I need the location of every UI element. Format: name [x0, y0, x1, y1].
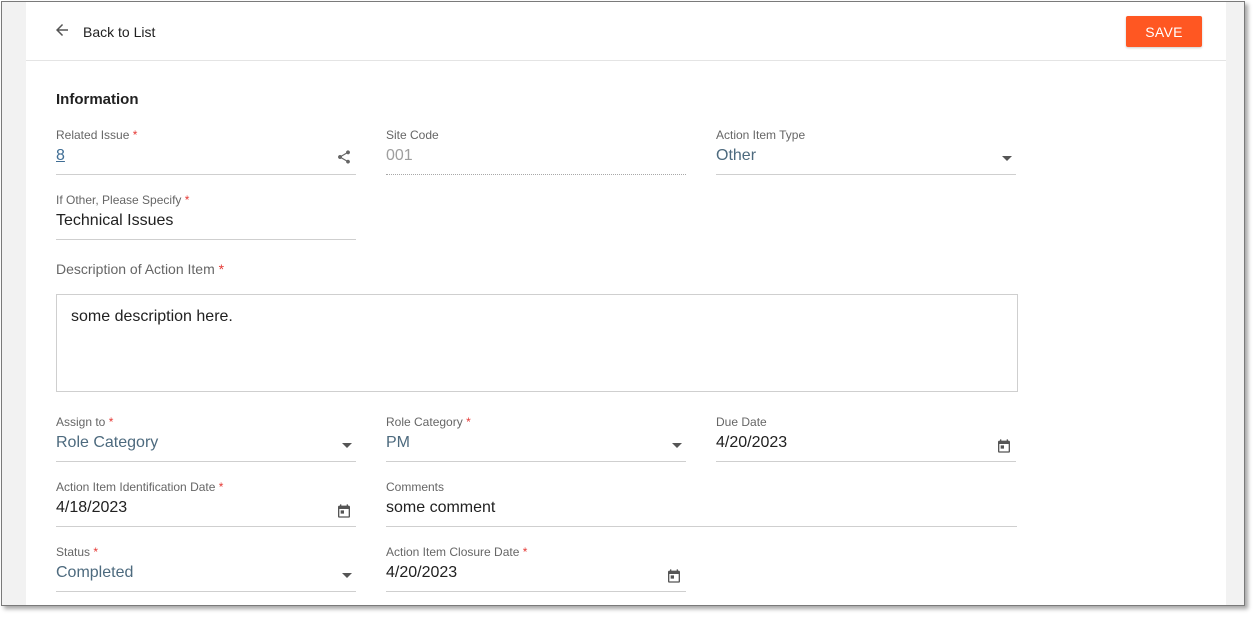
related-issue-label: Related Issue * [56, 128, 138, 142]
chevron-down-icon[interactable] [1002, 156, 1012, 161]
assign-to-underline [56, 461, 356, 462]
status-select[interactable]: Status * Completed [56, 545, 356, 593]
if-other-input[interactable]: Technical Issues [56, 212, 173, 230]
site-code-field: Site Code 001 [386, 128, 686, 176]
identification-date-underline [56, 526, 356, 527]
form-header: Back to List SAVE [26, 2, 1226, 61]
action-item-type-label: Action Item Type [716, 128, 806, 142]
action-item-type-underline [716, 174, 1016, 175]
chevron-down-icon[interactable] [342, 443, 352, 448]
status-value: Completed [56, 564, 134, 581]
closure-date-underline [386, 591, 686, 592]
calendar-icon[interactable] [665, 567, 683, 585]
related-issue-field: Related Issue * 8 [56, 128, 356, 176]
role-category-value: PM [386, 434, 410, 451]
comments-underline [386, 526, 1017, 527]
role-category-select[interactable]: Role Category * PM [386, 415, 686, 463]
chevron-down-icon[interactable] [342, 573, 352, 578]
if-other-field[interactable]: If Other, Please Specify * Technical Iss… [56, 193, 356, 241]
due-date-underline [716, 461, 1016, 462]
calendar-icon[interactable] [335, 502, 353, 520]
comments-label: Comments [386, 480, 445, 494]
due-date-input[interactable]: 4/20/2023 [716, 434, 787, 452]
identification-date-input[interactable]: 4/18/2023 [56, 499, 127, 517]
section-title: Information [56, 91, 139, 108]
chevron-down-icon[interactable] [672, 443, 682, 448]
site-code-value: 001 [386, 147, 413, 164]
comments-input[interactable]: some comment [386, 499, 495, 517]
back-to-list-link[interactable]: Back to List [53, 22, 155, 42]
action-item-type-select[interactable]: Action Item Type Other [716, 128, 1016, 176]
identification-date-label: Action Item Identification Date * [56, 480, 224, 494]
description-textarea[interactable]: some description here. [56, 294, 1018, 392]
save-button[interactable]: SAVE [1126, 16, 1202, 47]
status-underline [56, 591, 356, 592]
site-code-underline [386, 174, 686, 175]
role-category-underline [386, 461, 686, 462]
related-issue-link[interactable]: 8 [56, 147, 65, 165]
closure-date-field[interactable]: Action Item Closure Date * 4/20/2023 [386, 545, 686, 593]
due-date-field[interactable]: Due Date 4/20/2023 [716, 415, 1016, 463]
site-code-label: Site Code [386, 128, 439, 142]
identification-date-field[interactable]: Action Item Identification Date * 4/18/2… [56, 480, 356, 528]
assign-to-label: Assign to * [56, 415, 114, 429]
comments-field[interactable]: Comments some comment [386, 480, 1017, 528]
assign-to-value: Role Category [56, 434, 159, 451]
back-to-list-label: Back to List [83, 24, 156, 40]
assign-to-select[interactable]: Assign to * Role Category [56, 415, 356, 463]
action-item-type-value: Other [716, 147, 757, 164]
description-label: Description of Action Item * [56, 261, 225, 277]
closure-date-label: Action Item Closure Date * [386, 545, 528, 559]
due-date-label: Due Date [716, 415, 767, 429]
share-icon[interactable] [335, 148, 353, 166]
app-window: Back to List SAVE Information Related Is… [1, 1, 1245, 606]
arrow-left-icon [53, 21, 71, 44]
closure-date-input[interactable]: 4/20/2023 [386, 564, 457, 582]
role-category-label: Role Category * [386, 415, 471, 429]
if-other-underline [56, 239, 356, 240]
if-other-label: If Other, Please Specify * [56, 193, 190, 207]
form-panel: Back to List SAVE Information Related Is… [26, 2, 1226, 605]
related-issue-underline [56, 174, 356, 175]
calendar-icon[interactable] [995, 437, 1013, 455]
status-label: Status * [56, 545, 99, 559]
